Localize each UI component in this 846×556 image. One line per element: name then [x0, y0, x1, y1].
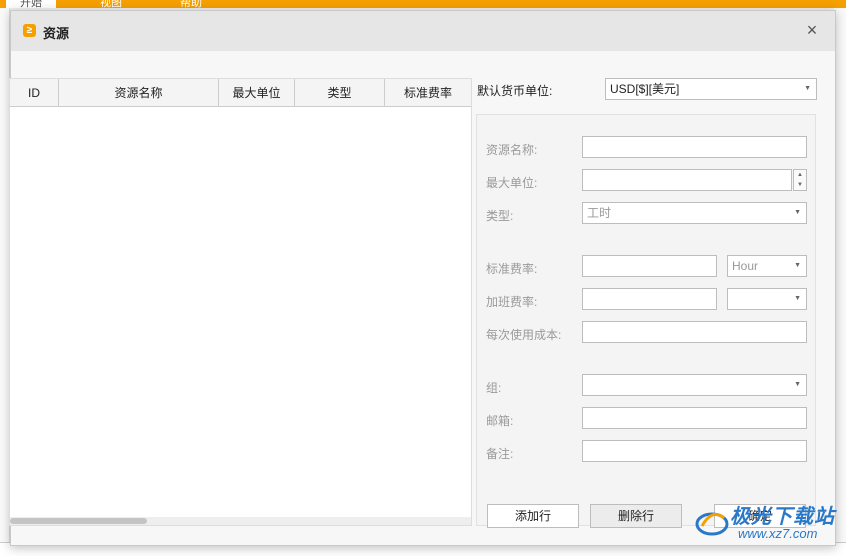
chevron-down-icon: ▼ [794, 295, 801, 302]
currency-select[interactable]: USD[$][美元] ▼ [605, 78, 817, 100]
chevron-down-icon: ▼ [794, 262, 801, 269]
app-logo-icon: ≥ [23, 24, 36, 37]
chevron-down-icon: ▼ [804, 85, 811, 92]
app-ribbon: 开始 视图 帮助 [0, 0, 846, 9]
group-label: 组: [486, 381, 502, 395]
currency-select-value: USD[$][美元] [610, 82, 680, 96]
standard-rate-unit-value: Hour [732, 259, 759, 273]
dialog-titlebar[interactable]: ≥ 资源 × [11, 11, 835, 51]
aurora-logo-icon [695, 512, 729, 536]
ribbon-tab-help[interactable]: 帮助 [166, 0, 216, 9]
overtime-rate-input[interactable] [582, 288, 717, 310]
max-unit-label: 最大单位: [486, 176, 538, 190]
stepper-up-icon[interactable]: ▲ [794, 170, 806, 180]
delete-row-button[interactable]: 删除行 [590, 504, 682, 528]
type-label: 类型: [486, 209, 514, 223]
table-header: ID 资源名称 最大单位 类型 标准费率 [10, 79, 471, 107]
max-unit-stepper[interactable]: ▲ ▼ [793, 169, 807, 191]
standard-rate-label: 标准费率: [486, 262, 538, 276]
column-header-max-unit[interactable]: 最大单位 [219, 79, 295, 106]
resource-name-input[interactable] [582, 136, 807, 158]
standard-rate-unit-select[interactable]: Hour ▼ [727, 255, 807, 277]
resource-name-label: 资源名称: [486, 143, 538, 157]
chevron-down-icon: ▼ [794, 381, 801, 388]
overtime-rate-label: 加班费率: [486, 295, 538, 309]
cost-per-use-input[interactable] [582, 321, 807, 343]
type-select-value: 工时 [587, 206, 612, 220]
stepper-down-icon[interactable]: ▼ [794, 180, 806, 190]
column-header-id[interactable]: ID [10, 79, 59, 106]
max-unit-input[interactable] [582, 169, 792, 191]
type-select[interactable]: 工时 ▼ [582, 202, 807, 224]
standard-rate-input[interactable] [582, 255, 717, 277]
watermark-title: 极光下载站 [730, 506, 835, 528]
dialog-title: 资源 [43, 26, 70, 41]
scrollbar-thumb[interactable] [10, 518, 147, 524]
horizontal-scrollbar[interactable] [10, 517, 471, 525]
overtime-rate-unit-select[interactable]: ▼ [727, 288, 807, 310]
group-select[interactable]: ▼ [582, 374, 807, 396]
notes-label: 备注: [486, 447, 514, 461]
resource-table[interactable]: ID 资源名称 最大单位 类型 标准费率 [9, 78, 472, 526]
column-header-standard-rate[interactable]: 标准费率 [385, 79, 471, 106]
site-watermark-logo: 极光下载站 www.xz7.com [694, 498, 842, 548]
ribbon-tab-view[interactable]: 视图 [86, 0, 136, 9]
close-button[interactable]: × [803, 21, 821, 39]
add-row-button[interactable]: 添加行 [487, 504, 579, 528]
chevron-down-icon: ▼ [794, 209, 801, 216]
column-header-resource-name[interactable]: 资源名称 [59, 79, 219, 106]
email-label: 邮箱: [486, 414, 514, 428]
default-currency-label: 默认货币单位: [477, 84, 553, 98]
ribbon-tab-start[interactable]: 开始 [6, 0, 56, 9]
email-input[interactable] [582, 407, 807, 429]
column-header-type[interactable]: 类型 [295, 79, 385, 106]
notes-input[interactable] [582, 440, 807, 462]
watermark-url: www.xz7.com [738, 526, 818, 541]
cost-per-use-label: 每次使用成本: [486, 328, 562, 342]
